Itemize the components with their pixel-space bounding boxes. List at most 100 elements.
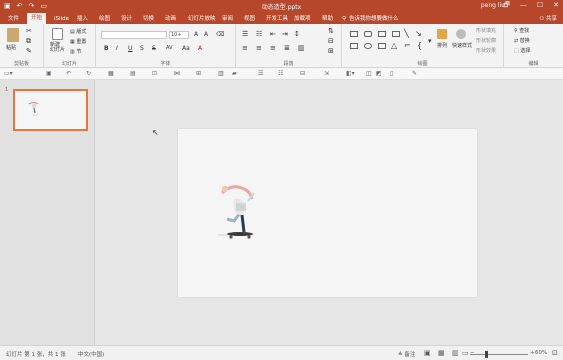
shape-rect2-icon[interactable]	[350, 43, 358, 49]
layout-button[interactable]: ▤ 版式	[70, 28, 86, 35]
strip-tool9-icon[interactable]: ☷	[278, 71, 283, 77]
section-button[interactable]: ▥ 节	[70, 48, 81, 55]
strip-redo-icon[interactable]: ↻	[86, 71, 91, 77]
user-name[interactable]: peng liu	[481, 2, 505, 9]
paste-icon[interactable]	[7, 28, 19, 42]
tab-review[interactable]: 审阅	[218, 14, 237, 24]
font-name-box[interactable]	[101, 31, 167, 39]
font-size-box[interactable]: 10+	[169, 31, 189, 39]
zoom-slider[interactable]	[470, 354, 528, 355]
arrange-label[interactable]: 排列	[437, 42, 447, 49]
strip-tool8-icon[interactable]: ☰	[258, 71, 263, 77]
copy-icon[interactable]: ⧉	[26, 37, 31, 46]
zoom-slider-thumb[interactable]	[485, 351, 489, 358]
strip-tool16-icon[interactable]: ✎	[412, 71, 417, 77]
strikethrough-button[interactable]: S	[152, 45, 156, 52]
tab-developer[interactable]: 开发工具	[262, 14, 292, 24]
strip-tool2-icon[interactable]: ▤	[130, 71, 136, 77]
shape-rect3-icon[interactable]	[378, 43, 386, 49]
strip-tool13-icon[interactable]: ◫	[366, 71, 372, 77]
notes-button[interactable]: ≙ 备注	[398, 350, 415, 358]
shapes-more-icon[interactable]: ▾	[428, 37, 432, 45]
shape-rounded-rect-icon[interactable]	[364, 31, 372, 37]
slide-thumbnail[interactable]	[13, 89, 88, 131]
shape-outline-button[interactable]: 形状轮廓	[476, 37, 496, 44]
decrease-indent-icon[interactable]: ⇤	[270, 30, 276, 38]
smartart-icon[interactable]: ⊞	[328, 47, 334, 55]
strip-tool4-icon[interactable]: ⋈	[174, 71, 180, 77]
zoom-out-icon[interactable]: −	[470, 350, 475, 356]
italic-button[interactable]: I	[116, 45, 118, 52]
grow-font-icon[interactable]: A	[194, 31, 198, 38]
tab-addins[interactable]: 加载项	[290, 14, 315, 24]
strip-undo-icon[interactable]: ↶	[66, 71, 71, 77]
shape-connector-icon[interactable]: ⌐	[404, 41, 411, 50]
tab-draw[interactable]: 绘图	[95, 14, 114, 24]
strip-tool-icon[interactable]: ▦	[108, 71, 114, 77]
strip-tool11-icon[interactable]: ⇲	[324, 71, 329, 77]
quick-styles-label[interactable]: 快速样式	[452, 42, 472, 49]
tab-animations[interactable]: 动画	[161, 14, 180, 24]
shape-textbox2-icon[interactable]	[392, 31, 400, 37]
bold-button[interactable]: B	[104, 45, 109, 52]
align-right-icon[interactable]: ≡	[270, 44, 276, 52]
tab-help[interactable]: 帮助	[318, 14, 337, 24]
format-painter-icon[interactable]: ✎	[26, 47, 32, 55]
share-button[interactable]: ⚇ 共享	[539, 14, 557, 24]
language[interactable]: 中文(中国)	[78, 350, 104, 358]
tab-islide[interactable]: iSlide	[50, 14, 73, 24]
tab-design[interactable]: 设计	[117, 14, 136, 24]
shape-rectangle-icon[interactable]	[350, 31, 358, 37]
shape-oval-icon[interactable]	[364, 43, 372, 49]
strip-tool12-icon[interactable]: ◧▾	[346, 71, 355, 77]
zoom-in-icon[interactable]: +	[530, 350, 535, 356]
align-center-icon[interactable]: ≡	[256, 44, 262, 52]
strip-tool6-icon[interactable]: ▥	[218, 71, 224, 77]
reading-view-icon[interactable]: ▥	[452, 349, 459, 357]
close-icon[interactable]: ✕	[553, 1, 559, 12]
find-button[interactable]: ⚲ 查找	[514, 27, 529, 34]
new-slide-label[interactable]: 新建 幻灯片	[50, 43, 65, 53]
justify-icon[interactable]: ≣	[284, 44, 290, 52]
strip-save-icon[interactable]: ▣	[46, 71, 52, 77]
tab-home[interactable]: 开始	[27, 13, 47, 24]
slideshow-view-icon[interactable]: ▭	[462, 349, 469, 357]
cut-icon[interactable]: ✂	[26, 27, 32, 35]
align-text-icon[interactable]: ⊟	[328, 37, 334, 45]
font-color-button[interactable]: A	[198, 45, 202, 52]
numbering-icon[interactable]: ☷	[256, 30, 262, 38]
sorter-view-icon[interactable]: ▦	[438, 349, 445, 357]
minimize-icon[interactable]: —	[520, 1, 527, 12]
bullets-icon[interactable]: ☰	[242, 30, 248, 38]
ribbon-display-icon[interactable]: 🗗	[503, 1, 510, 12]
shape-fill-button[interactable]: 形状填充	[476, 27, 496, 34]
char-spacing-button[interactable]: AV	[166, 45, 173, 51]
shape-brace-icon[interactable]: {	[417, 41, 422, 50]
shrink-font-icon[interactable]: A	[204, 31, 208, 38]
replace-button[interactable]: ⇄ 替换	[514, 37, 530, 44]
quick-styles-icon[interactable]	[456, 29, 466, 39]
maximize-icon[interactable]: ☐	[537, 1, 543, 12]
strip-tool14-icon[interactable]: ◩	[376, 71, 382, 77]
tab-insert[interactable]: 插入	[73, 14, 92, 24]
strip-tool7-icon[interactable]: ▰	[232, 71, 237, 77]
tab-view[interactable]: 视图	[240, 14, 259, 24]
strip-tool15-icon[interactable]: ▯	[390, 71, 393, 77]
tab-slideshow[interactable]: 幻灯片放映	[184, 14, 220, 24]
new-slide-icon[interactable]	[52, 28, 63, 40]
strip-tool10-icon[interactable]: ⊟	[300, 71, 305, 77]
strip-tool3-icon[interactable]: ⊡	[152, 71, 157, 77]
slide-canvas[interactable]	[178, 129, 477, 297]
zoom-level[interactable]: 60%	[535, 350, 547, 356]
align-left-icon[interactable]: ≡	[242, 44, 248, 52]
underline-button[interactable]: U	[128, 45, 132, 52]
change-case-button[interactable]: Aa	[182, 45, 190, 52]
paste-label[interactable]: 粘贴	[6, 44, 16, 51]
tab-transitions[interactable]: 切换	[139, 14, 158, 24]
shape-line-icon[interactable]: ╲	[404, 29, 409, 38]
fit-slide-icon[interactable]: ⊡	[552, 349, 558, 357]
normal-view-icon[interactable]: ▣	[424, 349, 431, 357]
tab-file[interactable]: 文件	[4, 14, 23, 24]
strip-dropdown-icon[interactable]: ▭▾	[4, 71, 13, 77]
increase-indent-icon[interactable]: ⇥	[282, 30, 288, 38]
